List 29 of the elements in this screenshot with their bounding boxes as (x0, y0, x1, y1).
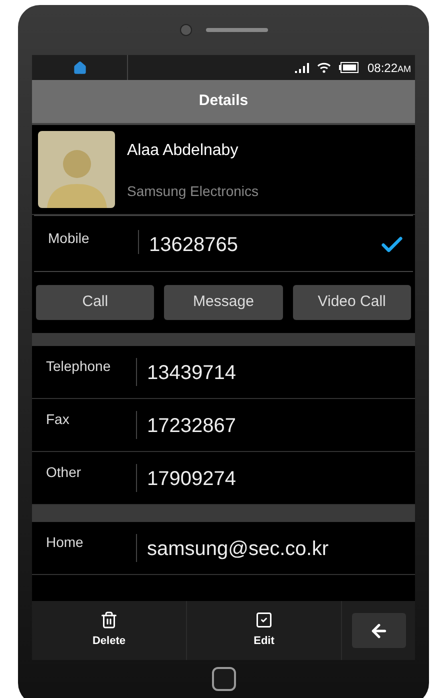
field-value: 17232867 (146, 414, 236, 439)
field-label: Fax (45, 410, 70, 429)
field-label: Mobile (47, 229, 90, 248)
field-value: 13439714 (146, 361, 236, 386)
header-title: Details (198, 91, 248, 112)
field-label: Other (45, 463, 82, 482)
field-label: Telephone (45, 357, 112, 376)
camera-icon (180, 24, 192, 36)
toolbar-button[interactable]: Delete (32, 601, 187, 660)
field-value: 13628765 (148, 233, 239, 258)
action-button[interactable]: Video Call (292, 285, 411, 320)
trash-icon (100, 611, 118, 630)
back-button[interactable] (352, 613, 406, 648)
home-icon[interactable] (72, 60, 86, 74)
contact-name: Alaa Abdelnaby (127, 141, 240, 161)
field-value: 17909274 (146, 467, 236, 492)
field-label: Home (45, 533, 84, 552)
status-time: 08:22AM (367, 60, 411, 76)
speaker-icon (206, 28, 268, 32)
signal-icon (295, 62, 310, 72)
action-button[interactable]: Message (164, 285, 283, 320)
action-button[interactable]: Call (36, 285, 154, 320)
checkbox-icon (255, 611, 273, 630)
toolbar-button[interactable]: Edit (187, 601, 342, 660)
contact-company: Samsung Electronics (127, 182, 259, 201)
home-button[interactable] (212, 667, 236, 691)
wifi-icon (317, 62, 332, 73)
battery-icon (339, 62, 360, 73)
field-value: samsung@sec.co.kr (146, 537, 328, 562)
